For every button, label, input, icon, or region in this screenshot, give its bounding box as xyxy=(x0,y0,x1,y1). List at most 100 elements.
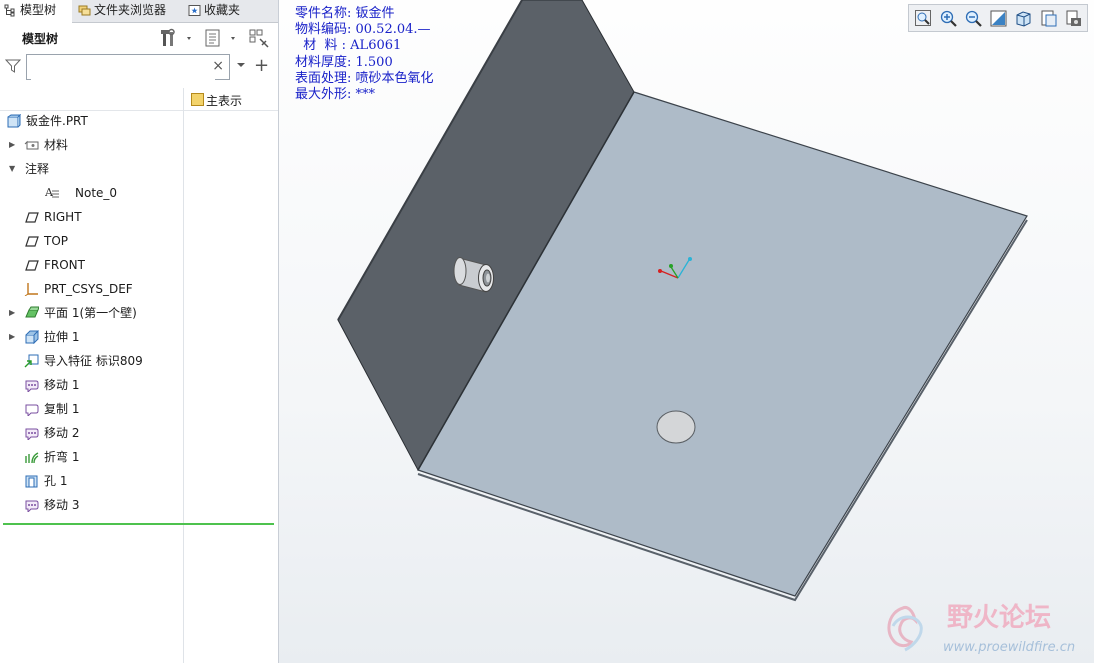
collapse-arrow-icon[interactable]: ▼ xyxy=(9,158,15,180)
tab-folder-browser[interactable]: 文件夹浏览器 xyxy=(74,0,180,22)
tree-filters-button[interactable] xyxy=(248,27,272,49)
graphics-toolbar xyxy=(908,4,1088,32)
tree-item-label: TOP xyxy=(44,234,69,248)
tree-item-label: Note_0 xyxy=(75,186,118,200)
expand-arrow-icon[interactable]: ▶ xyxy=(9,326,15,348)
move-icon xyxy=(25,428,39,440)
filter-icon xyxy=(5,59,21,73)
panel-tab-bar: 模型树 文件夹浏览器 收藏夹 xyxy=(0,0,278,23)
tab-model-tree[interactable]: 模型树 xyxy=(0,0,72,23)
tree-item-label: 移动 3 xyxy=(44,498,80,512)
saved-orientations-icon[interactable] xyxy=(1039,9,1058,28)
tree-item[interactable]: 导入特征 标识809 xyxy=(0,350,183,372)
forum-watermark: 野火论坛 www.proewildfire.cn xyxy=(881,596,1091,660)
tree-item[interactable]: ▶ 材料 xyxy=(0,134,183,156)
tree-item-label: 拉伸 1 xyxy=(44,330,80,344)
part-icon xyxy=(7,114,21,128)
hole-feature[interactable] xyxy=(656,410,696,444)
copy-icon xyxy=(25,404,39,416)
tab-favorites[interactable]: 收藏夹 xyxy=(184,0,278,22)
datum-plane-icon xyxy=(25,236,39,247)
column-header-label: 主表示 xyxy=(206,94,243,108)
zoom-out-icon[interactable] xyxy=(964,9,983,28)
column-divider[interactable] xyxy=(183,88,184,663)
expand-arrow-icon[interactable]: ▶ xyxy=(9,302,15,324)
repaint-icon[interactable] xyxy=(989,9,1008,28)
favorites-icon xyxy=(188,5,201,16)
tree-search-input[interactable] xyxy=(31,56,215,80)
insert-here-marker[interactable] xyxy=(3,523,274,525)
tab-label: 文件夹浏览器 xyxy=(94,3,167,17)
tree-filter-icon xyxy=(249,29,269,48)
tree-item-label: FRONT xyxy=(44,258,85,272)
search-dropdown-chevron-icon[interactable] xyxy=(236,60,246,70)
flame-logo-icon xyxy=(887,606,923,652)
tree-item-label: 平面 1(第一个壁) xyxy=(44,306,137,320)
tree-item-label: RIGHT xyxy=(44,210,82,224)
model-tree-panel: 模型树 文件夹浏览器 收藏夹 模型树 × + 主表示 钣金件.PRT ▶ 材料 … xyxy=(0,0,279,663)
tree-item[interactable]: 移动 3 xyxy=(0,494,183,516)
watermark-title: 野火论坛 xyxy=(947,603,1051,633)
tree-item-label: 导入特征 标识809 xyxy=(44,354,143,368)
bend-icon xyxy=(25,452,39,464)
note-line-part-name: 零件名称: 钣金件 xyxy=(295,6,395,21)
expand-arrow-icon[interactable]: ▶ xyxy=(9,134,15,156)
tree-item[interactable]: RIGHT xyxy=(0,206,183,228)
hole-icon xyxy=(25,475,38,488)
material-icon xyxy=(24,140,39,150)
tree-item[interactable]: ▼ 注释 xyxy=(0,158,183,180)
tree-item-label: 复制 1 xyxy=(44,402,80,416)
tree-item-label: 材料 xyxy=(44,138,69,152)
tree-item-label: 孔 1 xyxy=(44,474,68,488)
note-line-max-size: 最大外形: *** xyxy=(295,87,376,103)
tab-label: 模型树 xyxy=(20,3,57,17)
import-feature-icon xyxy=(24,354,39,368)
tree-item[interactable]: 钣金件.PRT xyxy=(0,110,183,132)
column-header-main-representation[interactable]: 主表示 xyxy=(191,92,242,109)
move-icon xyxy=(25,380,39,392)
tree-item[interactable]: PRT_CSYS_DEF xyxy=(0,278,183,300)
tree-item[interactable]: 孔 1 xyxy=(0,470,183,492)
zoom-fit-icon[interactable] xyxy=(914,9,933,28)
tree-item[interactable]: ▶ 拉伸 1 xyxy=(0,326,183,348)
extrude-icon xyxy=(25,330,39,344)
clear-search-icon[interactable]: × xyxy=(212,58,224,74)
tree-item[interactable]: 移动 1 xyxy=(0,374,183,396)
tree-item-label: 移动 1 xyxy=(44,378,80,392)
zoom-in-icon[interactable] xyxy=(939,9,958,28)
settings-tools-button[interactable] xyxy=(160,27,196,49)
representation-icon xyxy=(191,93,204,106)
part-info-note[interactable]: 零件名称: 钣金件 物料编码: 00.52.04.— 材 料 : AL6061 … xyxy=(295,6,434,103)
tree-item[interactable]: 移动 2 xyxy=(0,422,183,444)
list-view-icon xyxy=(205,29,220,47)
tree-item[interactable]: 折弯 1 xyxy=(0,446,183,468)
show-options-button[interactable] xyxy=(204,27,240,49)
tree-item[interactable]: FRONT xyxy=(0,254,183,276)
graphics-viewport[interactable]: 零件名称: 钣金件 物料编码: 00.52.04.— 材 料 : AL6061 … xyxy=(279,0,1094,663)
panel-title: 模型树 xyxy=(22,32,59,46)
note-icon: A xyxy=(45,186,59,199)
tree-item-label: PRT_CSYS_DEF xyxy=(44,282,133,296)
tree-item[interactable]: 复制 1 xyxy=(0,398,183,420)
datum-plane-icon xyxy=(25,212,39,223)
tree-item[interactable]: ▶ 平面 1(第一个壁) xyxy=(0,302,183,324)
note-line-thickness: 材料厚度: 1.500 xyxy=(295,54,393,70)
tree-item[interactable]: TOP xyxy=(0,230,183,252)
tree-item-label: 钣金件.PRT xyxy=(26,114,88,128)
planar-wall-icon xyxy=(25,306,39,318)
tree-icon xyxy=(4,4,15,17)
tree-item-label: 注释 xyxy=(25,162,50,176)
display-style-icon[interactable] xyxy=(1014,9,1033,28)
hammer-wrench-icon xyxy=(161,28,175,46)
view-manager-icon[interactable] xyxy=(1064,9,1083,28)
csys-icon xyxy=(24,283,38,296)
tab-label: 收藏夹 xyxy=(204,3,241,17)
folder-browser-icon xyxy=(78,5,91,16)
tree-item[interactable]: A Note_0 xyxy=(0,182,183,204)
note-line-surface-treatment: 表面处理: 喷砂本色氧化 xyxy=(295,70,434,86)
add-column-icon[interactable]: + xyxy=(254,55,269,76)
tree-search-box[interactable]: × xyxy=(26,54,230,80)
tree-item-label: 移动 2 xyxy=(44,426,80,440)
tree-item-label: 折弯 1 xyxy=(44,450,80,464)
move-icon xyxy=(25,500,39,512)
